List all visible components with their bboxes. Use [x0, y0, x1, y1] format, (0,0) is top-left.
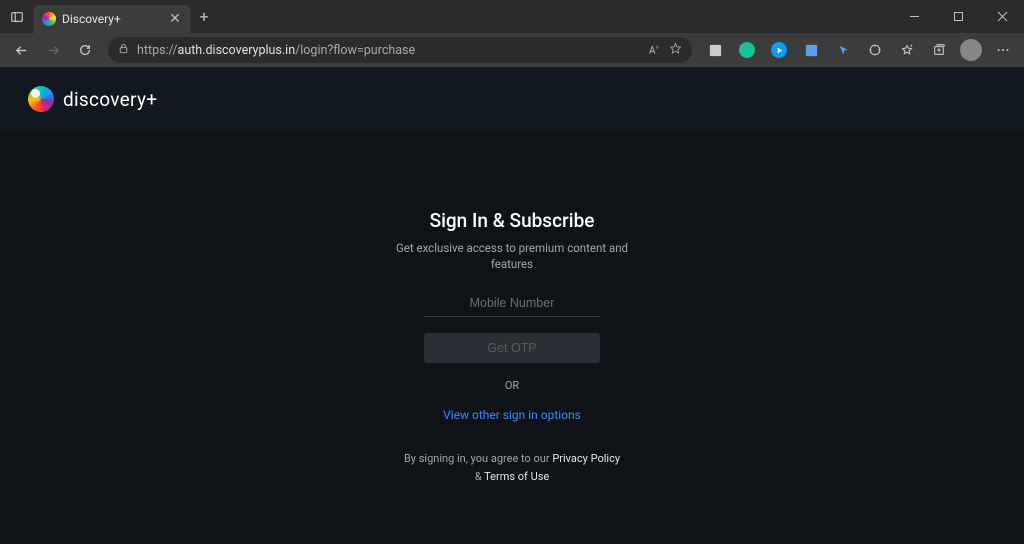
close-window-button[interactable]: [980, 0, 1024, 33]
terms-of-use-link[interactable]: Terms of Use: [484, 470, 549, 483]
signin-title: Sign In & Subscribe: [382, 209, 642, 232]
extension-4-icon[interactable]: [798, 37, 824, 63]
tab-close-icon[interactable]: ✕: [168, 12, 182, 26]
read-aloud-icon[interactable]: A»: [649, 43, 659, 56]
collections-icon[interactable]: [926, 37, 952, 63]
logo-text: discovery+: [63, 88, 157, 111]
browser-toolbar: https://auth.discoveryplus.in/login?flow…: [0, 33, 1024, 67]
extension-6-icon[interactable]: [862, 37, 888, 63]
tab-title: Discovery+: [62, 12, 162, 26]
extension-cursor-icon[interactable]: [830, 37, 856, 63]
signin-subtitle: Get exclusive access to premium content …: [382, 240, 642, 272]
page-content: discovery+ Sign In & Subscribe Get exclu…: [0, 67, 1024, 544]
legal-amp: &: [475, 470, 484, 483]
mobile-number-input[interactable]: [424, 290, 600, 317]
extension-grammarly-icon[interactable]: [734, 37, 760, 63]
or-divider: OR: [382, 379, 642, 392]
minimize-button[interactable]: [892, 0, 936, 33]
url-scheme: https://: [137, 43, 178, 58]
site-header: discovery+: [0, 67, 1024, 131]
favorites-bar-icon[interactable]: [894, 37, 920, 63]
discovery-logo[interactable]: discovery+: [28, 86, 157, 112]
main-content: Sign In & Subscribe Get exclusive access…: [0, 131, 1024, 544]
extension-1-icon[interactable]: [702, 37, 728, 63]
maximize-button[interactable]: [936, 0, 980, 33]
new-tab-button[interactable]: +: [190, 3, 218, 31]
browser-titlebar: Discovery+ ✕ +: [0, 0, 1024, 33]
privacy-policy-link[interactable]: Privacy Policy: [552, 452, 620, 465]
legal-prefix: By signing in, you agree to our: [404, 452, 552, 465]
legal-text: By signing in, you agree to our Privacy …: [382, 450, 642, 485]
url-path: /login?flow=purchase: [295, 43, 415, 58]
refresh-button[interactable]: [70, 36, 100, 64]
extension-icons: [700, 37, 1018, 63]
other-signin-link[interactable]: View other sign in options: [382, 408, 642, 422]
forward-button[interactable]: [38, 36, 68, 64]
extension-media-icon[interactable]: [766, 37, 792, 63]
tab-favicon-icon: [42, 12, 56, 26]
profile-avatar[interactable]: [958, 37, 984, 63]
url-display: https://auth.discoveryplus.in/login?flow…: [137, 43, 641, 58]
browser-tab[interactable]: Discovery+ ✕: [34, 5, 190, 33]
signin-form: Sign In & Subscribe Get exclusive access…: [382, 209, 642, 485]
titlebar-left: Discovery+ ✕ +: [0, 0, 218, 33]
discovery-globe-icon: [28, 86, 54, 112]
window-controls: [892, 0, 1024, 33]
url-domain: auth.discoveryplus.in: [178, 43, 296, 58]
lock-icon: [118, 43, 129, 57]
address-bar[interactable]: https://auth.discoveryplus.in/login?flow…: [108, 37, 692, 63]
more-menu-icon[interactable]: [990, 37, 1016, 63]
get-otp-button[interactable]: Get OTP: [424, 333, 600, 363]
back-button[interactable]: [6, 36, 36, 64]
tab-actions-icon[interactable]: [0, 0, 34, 33]
address-bar-actions: A»: [649, 42, 682, 59]
favorite-icon[interactable]: [669, 42, 682, 59]
